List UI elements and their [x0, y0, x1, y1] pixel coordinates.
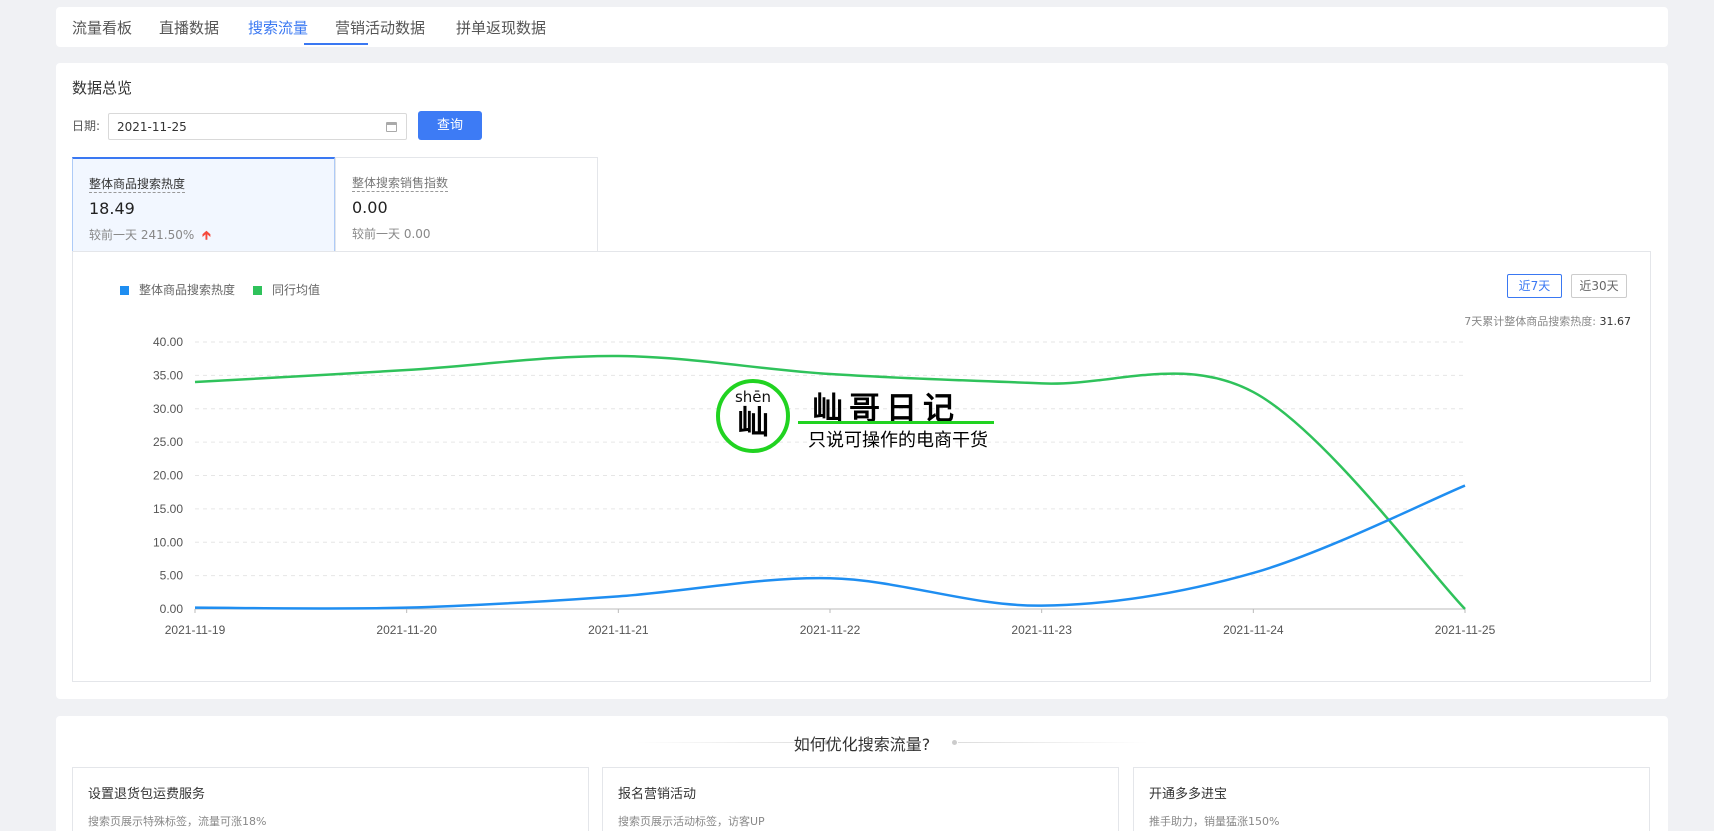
watermark-char: 屾: [736, 403, 769, 441]
cumulative-note: 7天累计整体商品搜索热度: 31.67: [1464, 313, 1631, 329]
optimization-tips-card: 如何优化搜索流量? 设置退货包运费服务 搜索页展示特殊标签，流量可涨18% 报名…: [56, 716, 1668, 831]
metric-card-sales-index[interactable]: 整体搜索销售指数 0.00 较前一天 0.00: [335, 157, 598, 252]
tip-title: 设置退货包运费服务: [88, 787, 206, 802]
tip-card-return-shipping[interactable]: 设置退货包运费服务 搜索页展示特殊标签，流量可涨18%: [72, 767, 589, 831]
compare-label: 较前一天: [352, 227, 401, 241]
y-tick-label: 35.00: [153, 368, 183, 382]
date-value: 2021-11-25: [117, 120, 187, 134]
chart-panel: 0.00 5.00 10.00 15.00 20.00 25.00 30.00 35.00 40…: [72, 251, 1651, 682]
arrow-up-icon: 🡱: [202, 228, 211, 242]
date-label: 日期:: [72, 119, 101, 133]
date-picker-input[interactable]: 2021-11-25: [108, 113, 407, 140]
metric-card-search-heat[interactable]: 整体商品搜索热度 18.49 较前一天 241.50% 🡱: [72, 157, 335, 252]
tip-desc: 推手助力，销量猛涨150%: [1149, 815, 1280, 828]
watermark-logo: shēn 屾 屾哥日记 只说可操作的电商干货: [716, 379, 996, 453]
compare-value: 241.50%: [140, 228, 195, 242]
metric-title: 整体商品搜索热度: [89, 177, 186, 193]
watermark-badge: shēn 屾: [716, 379, 790, 453]
y-tick-label: 30.00: [153, 402, 183, 416]
legend-label: 整体商品搜索热度: [139, 283, 236, 297]
x-tick-label: 2021-11-23: [1011, 623, 1072, 637]
tips-title: 如何优化搜索流量?: [793, 735, 931, 754]
active-tab-indicator: [304, 43, 368, 45]
y-tick-label: 20.00: [153, 469, 183, 483]
calendar-icon[interactable]: [386, 122, 397, 132]
metric-title: 整体搜索销售指数: [352, 176, 449, 192]
y-tick-label: 10.00: [153, 535, 183, 549]
tab-cashback-data[interactable]: 拼单返现数据: [456, 17, 546, 38]
legend-item-search-heat[interactable]: 整体商品搜索热度: [120, 281, 235, 298]
metric-compare: 较前一天 241.50% 🡱: [89, 226, 318, 247]
x-tick-label: 2021-11-24: [1223, 623, 1284, 637]
section-title: 数据总览: [72, 79, 133, 97]
title-dot-right: [952, 740, 957, 745]
line-chart: 0.00 5.00 10.00 15.00 20.00 25.00 30.00 35.00 40…: [153, 335, 1496, 637]
x-tick-label: 2021-11-20: [376, 623, 437, 637]
watermark-slogan: 只说可操作的电商干货: [808, 430, 988, 451]
tip-title: 开通多多进宝: [1149, 787, 1228, 802]
legend-swatch: [120, 286, 129, 295]
tip-desc: 搜索页展示特殊标签，流量可涨18%: [88, 815, 267, 828]
series-line-0: [194, 484, 1466, 610]
y-tick-label: 15.00: [153, 502, 183, 516]
legend-swatch: [253, 286, 262, 295]
metric-value: 18.49: [89, 199, 135, 218]
y-tick-label: 0.00: [160, 602, 184, 616]
y-tick-label: 40.00: [153, 335, 183, 349]
watermark-underline: [798, 421, 994, 424]
x-tick-label: 2021-11-21: [588, 623, 649, 637]
x-tick-label: 2021-11-22: [800, 623, 861, 637]
tab-live-data[interactable]: 直播数据: [159, 17, 219, 38]
tab-traffic-dashboard[interactable]: 流量看板: [72, 17, 132, 38]
range-30-days-button[interactable]: 近30天: [1571, 274, 1627, 298]
tab-marketing-data[interactable]: 营销活动数据: [335, 17, 425, 38]
metric-value: 0.00: [352, 198, 388, 217]
title-divider-right: [958, 742, 1148, 743]
cumulative-value: 31.67: [1599, 315, 1632, 328]
x-tick-label: 2021-11-25: [1435, 623, 1496, 637]
tip-title: 报名营销活动: [618, 787, 697, 802]
tab-bar: 流量看板 直播数据 搜索流量 营销活动数据 拼单返现数据: [56, 7, 1668, 47]
legend-label: 同行均值: [272, 283, 321, 297]
tip-card-marketing-activity[interactable]: 报名营销活动 搜索页展示活动标签，访客UP: [602, 767, 1119, 831]
legend-item-peer-average[interactable]: 同行均值: [253, 281, 320, 298]
query-button[interactable]: 查询: [418, 111, 482, 140]
x-tick-label: 2021-11-19: [165, 623, 226, 637]
compare-value: 0.00: [403, 227, 431, 241]
tip-card-duoduo-jinbao[interactable]: 开通多多进宝 推手助力，销量猛涨150%: [1133, 767, 1650, 831]
tab-search-traffic[interactable]: 搜索流量: [248, 17, 308, 38]
compare-label: 较前一天: [89, 228, 138, 242]
y-tick-label: 25.00: [153, 435, 183, 449]
cumulative-label: 7天累计整体商品搜索热度:: [1464, 315, 1596, 328]
range-7-days-button[interactable]: 近7天: [1507, 274, 1562, 298]
metric-compare: 较前一天 0.00: [352, 225, 581, 242]
y-tick-label: 5.00: [160, 569, 184, 583]
tip-desc: 搜索页展示活动标签，访客UP: [618, 815, 765, 828]
